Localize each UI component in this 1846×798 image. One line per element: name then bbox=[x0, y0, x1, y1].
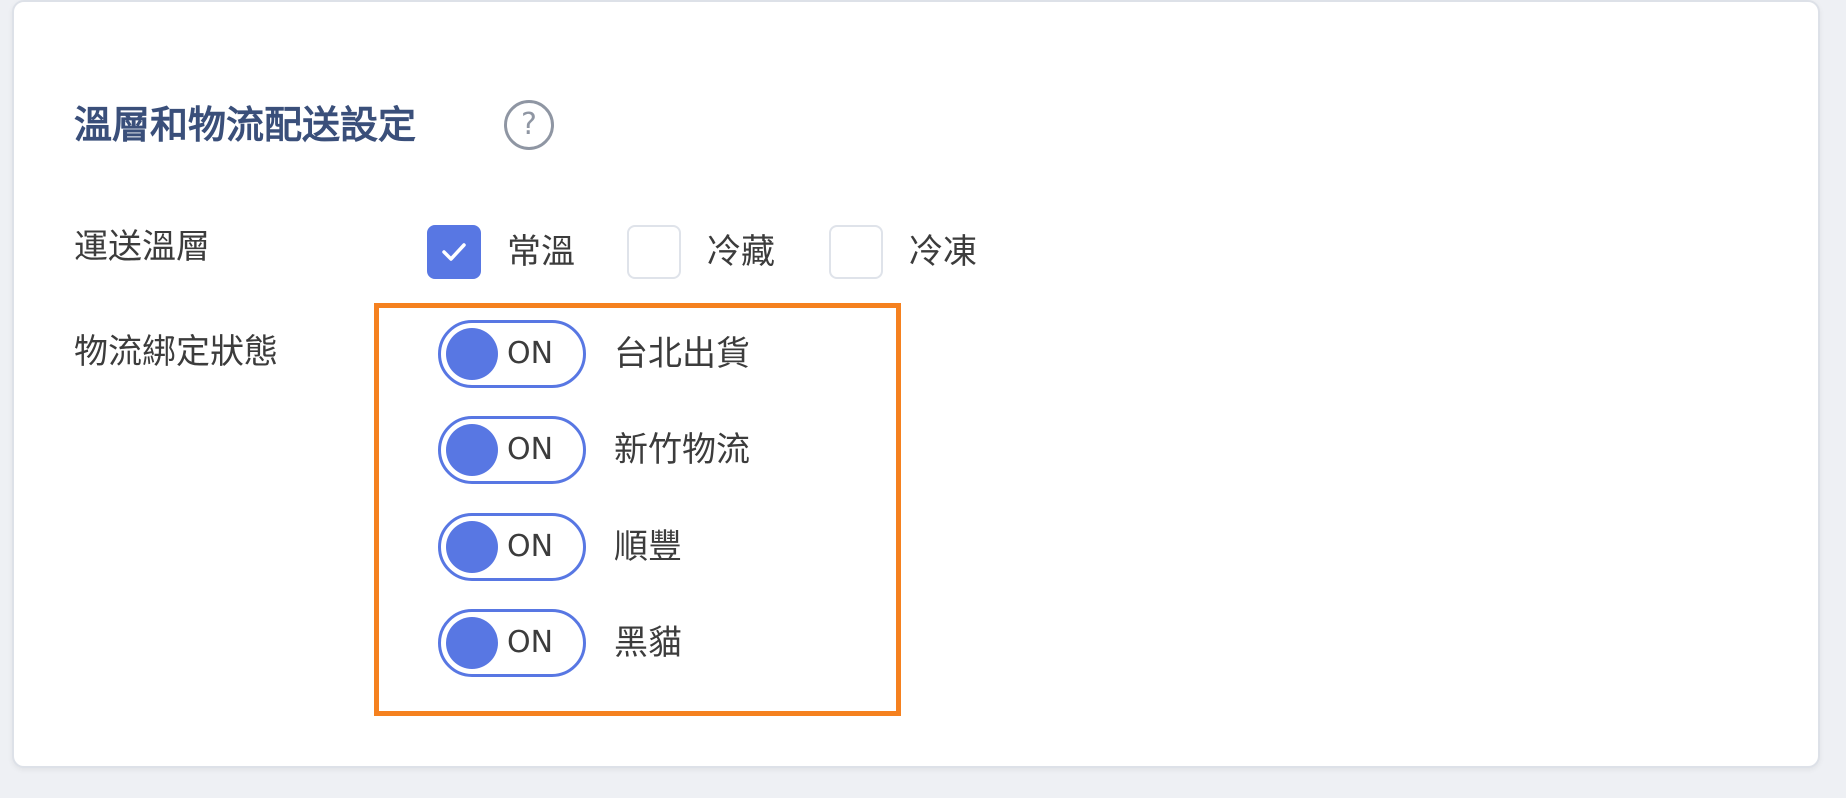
toggle-state-text: ON bbox=[507, 529, 554, 564]
frozen-label: 冷凍 bbox=[909, 232, 977, 272]
temperature-option-frozen[interactable]: 冷凍 bbox=[829, 224, 977, 280]
carrier-toggle[interactable]: ON bbox=[438, 513, 586, 581]
temperature-option-ambient[interactable]: 常溫 bbox=[427, 224, 575, 280]
toggle-state-text: ON bbox=[507, 625, 554, 660]
chilled-label: 冷藏 bbox=[707, 232, 775, 272]
ambient-checkbox[interactable] bbox=[427, 225, 481, 279]
frozen-checkbox[interactable] bbox=[829, 225, 883, 279]
toggle-knob bbox=[446, 617, 498, 669]
section-title: 溫層和物流配送設定 bbox=[74, 103, 417, 147]
toggle-state-text: ON bbox=[507, 432, 554, 467]
ambient-label: 常溫 bbox=[507, 232, 575, 272]
carrier-toggle[interactable]: ON bbox=[438, 416, 586, 484]
carrier-name: 黑貓 bbox=[614, 623, 682, 663]
carrier-toggle[interactable]: ON bbox=[438, 320, 586, 388]
carrier-row-sf: ON 順豐 bbox=[438, 513, 682, 581]
help-icon[interactable]: ? bbox=[504, 100, 554, 150]
toggle-state-text: ON bbox=[507, 336, 554, 371]
toggle-knob bbox=[446, 424, 498, 476]
toggle-knob bbox=[446, 328, 498, 380]
carrier-name: 順豐 bbox=[614, 527, 682, 567]
carrier-row-hct: ON 新竹物流 bbox=[438, 416, 750, 484]
carrier-row-blackcat: ON 黑貓 bbox=[438, 609, 682, 677]
carrier-name: 台北出貨 bbox=[614, 334, 750, 374]
carrier-toggle[interactable]: ON bbox=[438, 609, 586, 677]
temperature-label: 運送溫層 bbox=[74, 227, 210, 267]
check-icon bbox=[442, 243, 466, 261]
carrier-name: 新竹物流 bbox=[614, 430, 750, 470]
settings-card: 溫層和物流配送設定 ? 運送溫層 常溫 冷藏 冷凍 物流綁定狀態 ON 台北出貨… bbox=[12, 0, 1820, 768]
temperature-option-chilled[interactable]: 冷藏 bbox=[627, 224, 775, 280]
carrier-row-taipei: ON 台北出貨 bbox=[438, 320, 750, 388]
toggle-knob bbox=[446, 521, 498, 573]
chilled-checkbox[interactable] bbox=[627, 225, 681, 279]
logistics-label: 物流綁定狀態 bbox=[74, 332, 278, 372]
